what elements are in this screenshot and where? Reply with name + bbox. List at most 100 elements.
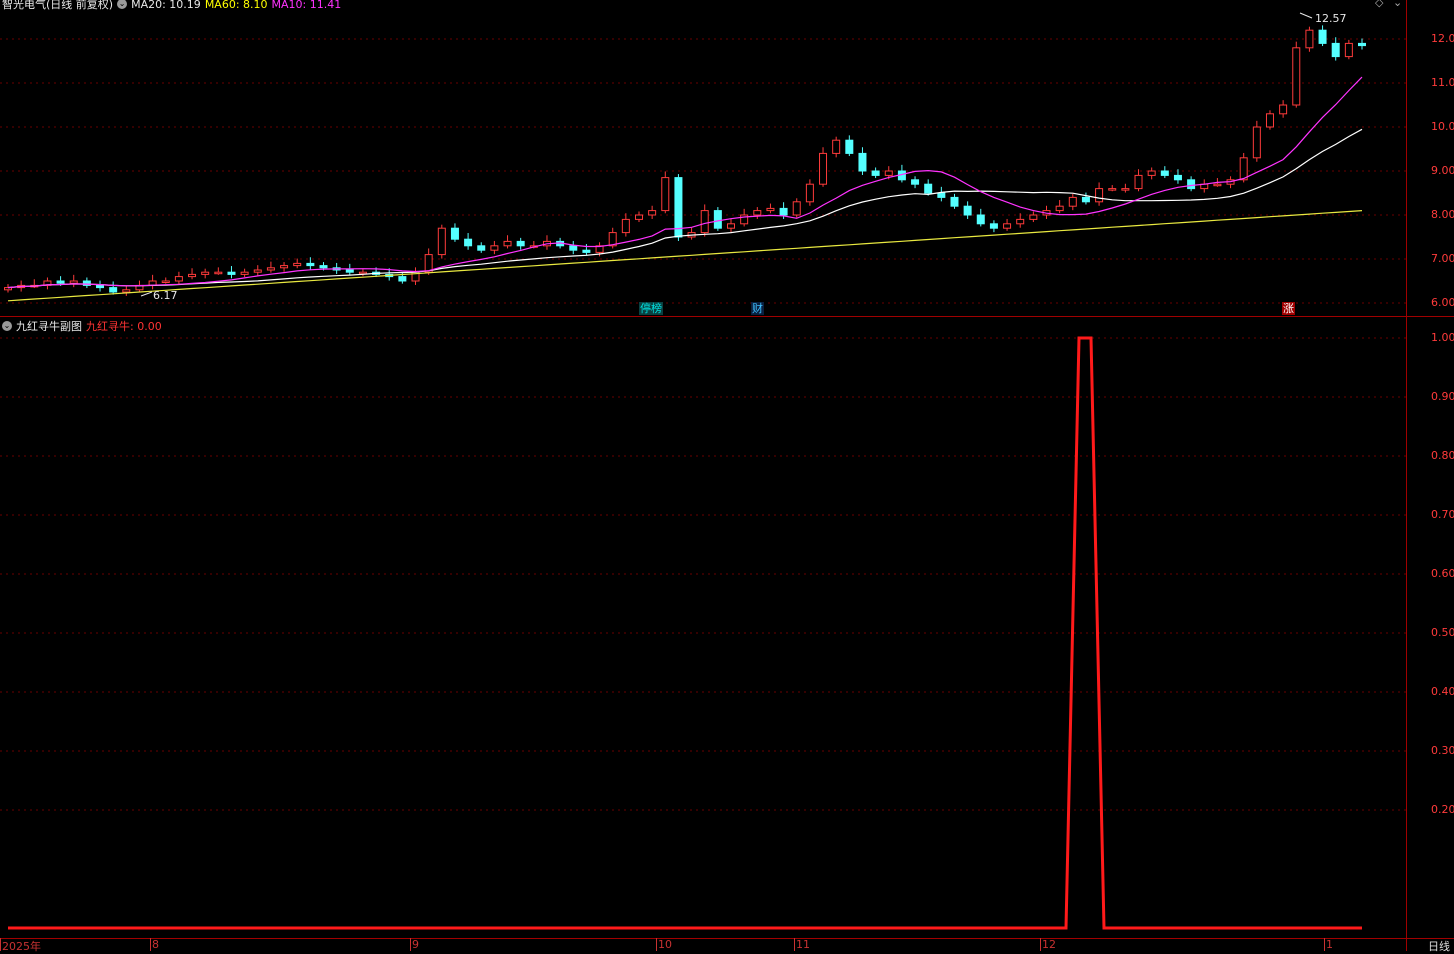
indicator-tick: 0.80 xyxy=(1431,449,1454,462)
price-tick: 6.00 xyxy=(1431,296,1454,309)
candle-body xyxy=(963,205,972,216)
candle-body xyxy=(1173,174,1182,181)
candle-body xyxy=(227,271,236,275)
ma10-label: MA10: 11.41 xyxy=(271,0,342,11)
candle-body xyxy=(490,245,499,251)
indicator-tick: 0.20 xyxy=(1431,803,1454,816)
main-chart-header: 智光电气(日线 前复权) ⌄ MA20: 10.19 MA60: 8.10 MA… xyxy=(2,0,341,12)
period-selector[interactable]: 日线 xyxy=(1428,938,1450,954)
high-marker-arrow xyxy=(1299,12,1313,19)
candle-body xyxy=(253,269,262,273)
candle-body xyxy=(976,214,985,225)
candle-body xyxy=(503,240,512,247)
candle-body xyxy=(713,210,722,229)
candle-body xyxy=(1344,42,1353,58)
badge-rise[interactable]: 涨 xyxy=(1282,302,1295,315)
indicator-tick: 0.40 xyxy=(1431,685,1454,698)
candle-body xyxy=(1081,196,1090,203)
candle-body xyxy=(569,245,578,251)
candle-body xyxy=(437,227,446,256)
candle-body xyxy=(69,280,78,284)
candle-body xyxy=(1108,188,1117,191)
axis-divider xyxy=(1406,0,1407,951)
candle-body xyxy=(293,262,302,267)
candle-body xyxy=(792,201,801,216)
low-price-label: 6.17 xyxy=(153,289,178,302)
candle-body xyxy=(450,227,459,240)
settings-circle-icon[interactable]: ⌄ xyxy=(117,0,128,9)
indicator-panel[interactable] xyxy=(0,318,1406,940)
indicator-tick: 0.50 xyxy=(1431,626,1454,639)
badge-limit-list[interactable]: 停榜 xyxy=(639,302,663,315)
candle-body xyxy=(621,218,630,234)
date-tick-mark xyxy=(656,938,657,951)
date-tick-mark xyxy=(1324,938,1325,951)
sub-chart-header: ⌄ 九红寻牛副图 九红寻牛: 0.00 xyxy=(2,318,162,334)
candle-body xyxy=(161,280,170,283)
date-label: 10 xyxy=(658,938,672,951)
candle-body xyxy=(1239,157,1248,181)
high-price-label: 12.57 xyxy=(1315,12,1347,25)
candle-body xyxy=(1121,188,1130,191)
date-tick-mark xyxy=(1040,938,1041,951)
price-tick: 8.00 xyxy=(1431,208,1454,221)
candle-body xyxy=(306,262,315,267)
low-marker-arrow xyxy=(140,291,153,297)
chevron-icon[interactable]: ⌄ xyxy=(1393,0,1402,9)
candle-body xyxy=(648,210,657,216)
diamond-icon[interactable]: ◇ xyxy=(1375,0,1383,9)
candle-body xyxy=(358,271,367,275)
candle-body xyxy=(924,183,933,194)
candle-body xyxy=(1318,29,1327,44)
indicator-title: 九红寻牛副图 xyxy=(16,320,82,333)
candle-body xyxy=(989,223,998,229)
ma60-label: MA60: 8.10 xyxy=(204,0,268,11)
price-tick: 10.00 xyxy=(1431,120,1454,133)
candle-body xyxy=(464,238,473,247)
price-chart-svg[interactable] xyxy=(0,0,1406,316)
price-chart-panel[interactable] xyxy=(0,0,1406,316)
candle-body xyxy=(1095,188,1104,203)
candle-body xyxy=(1252,126,1261,159)
panel-divider[interactable] xyxy=(0,316,1454,317)
date-label: 9 xyxy=(412,938,419,951)
candle-body xyxy=(937,192,946,198)
candle-body xyxy=(109,287,118,293)
candle-body xyxy=(1265,113,1274,128)
candle-body xyxy=(56,280,65,284)
date-label: 8 xyxy=(152,938,159,951)
candle-body xyxy=(516,240,525,247)
indicator-menu-icon[interactable]: ⌄ xyxy=(2,321,12,331)
indicator-tick: 0.30 xyxy=(1431,744,1454,757)
candle-body xyxy=(1213,183,1222,187)
indicator-tick: 0.70 xyxy=(1431,508,1454,521)
price-tick: 11.00 xyxy=(1431,76,1454,89)
candle-body xyxy=(214,271,223,275)
candle-body xyxy=(845,139,854,154)
candle-body xyxy=(950,196,959,207)
candle-body xyxy=(1160,170,1169,176)
candle-body xyxy=(1187,179,1196,190)
date-tick-mark xyxy=(410,938,411,951)
candle-body xyxy=(1068,196,1077,207)
candle-body xyxy=(1292,47,1301,106)
candle-body xyxy=(201,271,210,275)
candle-body xyxy=(1134,174,1143,190)
candle-body xyxy=(1016,218,1025,225)
indicator-tick: 1.00 xyxy=(1431,331,1454,344)
candle-body xyxy=(634,214,643,220)
candle-body xyxy=(779,207,788,216)
date-label: 12 xyxy=(1042,938,1056,951)
indicator-chart-svg[interactable] xyxy=(0,318,1406,940)
candle-body xyxy=(398,276,407,282)
candle-body xyxy=(96,284,105,289)
candle-body xyxy=(345,269,354,273)
candle-body xyxy=(1331,42,1340,58)
badge-finance[interactable]: 财 xyxy=(751,302,764,315)
indicator-tick: 0.90 xyxy=(1431,390,1454,403)
price-tick: 9.00 xyxy=(1431,164,1454,177)
candle-body xyxy=(727,223,736,229)
ma60-line xyxy=(7,210,1363,302)
candle-body xyxy=(805,183,814,203)
candle-body xyxy=(661,177,670,212)
